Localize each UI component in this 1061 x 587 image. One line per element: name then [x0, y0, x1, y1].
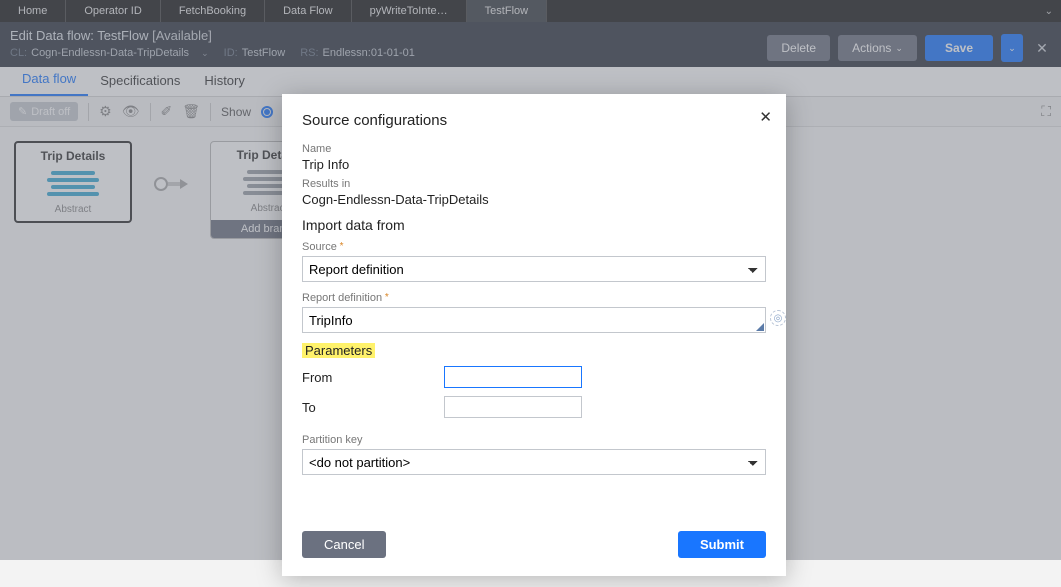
source-select[interactable]: Report definition	[302, 256, 766, 282]
resize-handle-icon[interactable]	[756, 323, 764, 331]
partition-select[interactable]: <do not partition>	[302, 449, 766, 475]
submit-button[interactable]: Submit	[678, 531, 766, 558]
report-definition-input[interactable]	[302, 307, 766, 333]
param-to-input[interactable]	[444, 396, 582, 418]
import-section-header: Import data from	[302, 217, 766, 233]
name-label: Name	[302, 143, 766, 155]
parameters-header: Parameters	[302, 343, 375, 358]
results-value: Cogn-Endlessn-Data-TripDetails	[302, 192, 766, 207]
source-label: Source	[302, 241, 766, 253]
param-from-label: From	[302, 370, 444, 385]
close-modal-button[interactable]: ✕	[759, 108, 772, 126]
report-definition-label: Report definition	[302, 292, 766, 304]
source-config-modal: ✕ Source configurations Name Trip Info R…	[282, 94, 786, 576]
modal-title: Source configurations	[302, 112, 766, 129]
results-label: Results in	[302, 178, 766, 190]
partition-label: Partition key	[302, 434, 766, 446]
param-to-label: To	[302, 400, 444, 415]
cancel-button[interactable]: Cancel	[302, 531, 386, 558]
param-from-input[interactable]	[444, 366, 582, 388]
name-value: Trip Info	[302, 157, 766, 172]
target-icon[interactable]: ◎	[770, 310, 786, 326]
